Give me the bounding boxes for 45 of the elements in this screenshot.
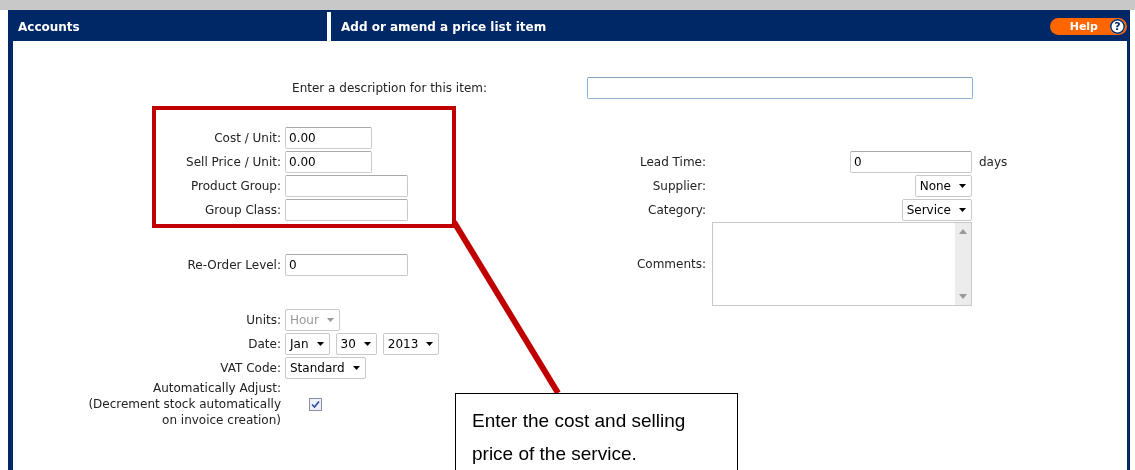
- caret-icon: [352, 366, 360, 370]
- text-field[interactable]: 0: [285, 254, 408, 276]
- text-field[interactable]: [285, 175, 408, 197]
- field-label: Category:: [647, 202, 706, 218]
- field-label: Comments:: [635, 256, 706, 272]
- caret-icon: [959, 208, 966, 212]
- page-title: Add or amend a price list item: [341, 19, 547, 34]
- text-field[interactable]: 0.00: [285, 151, 372, 173]
- field-label: VAT Code:: [219, 360, 281, 376]
- help-icon: ?: [1110, 19, 1125, 34]
- section-title: Accounts: [18, 19, 80, 34]
- caret-icon: [959, 184, 966, 188]
- text-field[interactable]: 0.00: [285, 127, 372, 149]
- description-field[interactable]: [587, 77, 973, 99]
- scroll-down-icon[interactable]: [959, 294, 967, 299]
- caret-icon: [426, 342, 434, 346]
- field-label: Sell Price / Unit:: [185, 154, 281, 170]
- field-label: Units:: [245, 312, 281, 328]
- unit-label: days: [979, 155, 1008, 169]
- field-label: Group Class:: [204, 202, 281, 218]
- field-label: Cost / Unit:: [213, 130, 281, 146]
- field-label: Product Group:: [190, 178, 281, 194]
- field-label: Automatically Adjust: (Decrement stock automatically on invoice creation): [87, 380, 281, 428]
- field-label: Supplier:: [651, 178, 706, 194]
- caret-icon: [363, 342, 371, 346]
- dropdown[interactable]: None: [914, 175, 972, 197]
- dropdown[interactable]: 2013: [382, 333, 440, 355]
- help-button[interactable]: Help ?: [1049, 18, 1127, 35]
- scrollbar[interactable]: [955, 223, 971, 305]
- comments-field[interactable]: [712, 222, 972, 306]
- field-label: Date:: [247, 336, 281, 352]
- dropdown[interactable]: 30: [335, 333, 377, 355]
- callout-note: Enter the cost and selling price of the service.: [455, 393, 738, 470]
- checkbox[interactable]: [309, 397, 322, 411]
- caret-icon: [326, 318, 334, 322]
- dropdown[interactable]: Service: [901, 199, 972, 221]
- dropdown[interactable]: Standard: [285, 357, 366, 379]
- text-field[interactable]: [285, 199, 408, 221]
- field-label: Lead Time:: [638, 154, 706, 170]
- text-field[interactable]: 0: [850, 151, 972, 173]
- caret-icon: [316, 342, 324, 346]
- field-label: Re-Order Level:: [186, 257, 281, 273]
- scroll-up-icon[interactable]: [959, 229, 967, 234]
- field-label: Enter a description for this item:: [291, 81, 487, 95]
- dropdown[interactable]: Jan: [285, 333, 330, 355]
